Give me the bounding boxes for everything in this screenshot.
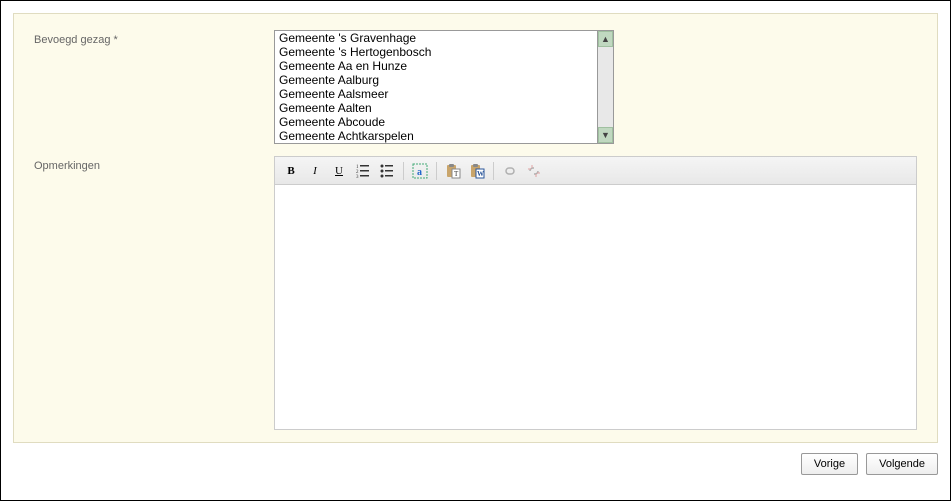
- button-row: Vorige Volgende: [13, 453, 938, 475]
- ordered-list-button[interactable]: 123: [353, 161, 373, 181]
- svg-text:3: 3: [356, 175, 359, 179]
- select-all-button[interactable]: a: [410, 161, 430, 181]
- paste-word-icon: W: [469, 163, 485, 179]
- list-item[interactable]: Gemeente Aalsmeer: [275, 87, 597, 101]
- ordered-list-icon: 123: [355, 163, 371, 179]
- svg-text:W: W: [477, 170, 484, 178]
- underline-button[interactable]: U: [329, 161, 349, 181]
- list-item[interactable]: Gemeente Aalten: [275, 101, 597, 115]
- label-opmerkingen: Opmerkingen: [34, 156, 274, 433]
- toolbar-separator: [436, 162, 437, 180]
- toolbar-separator: [493, 162, 494, 180]
- row-bevoegd-gezag: Bevoegd gezag * Gemeente 's Gravenhage G…: [34, 30, 917, 144]
- unordered-list-icon: [379, 163, 395, 179]
- next-button[interactable]: Volgende: [866, 453, 938, 475]
- scroll-track[interactable]: [598, 47, 613, 127]
- label-bevoegd-gezag: Bevoegd gezag *: [34, 30, 274, 144]
- select-all-icon: a: [412, 163, 428, 179]
- toolbar-separator: [403, 162, 404, 180]
- editor-toolbar: B I U 123 a T W: [274, 156, 917, 184]
- bold-button[interactable]: B: [281, 161, 301, 181]
- list-item[interactable]: Gemeente Aa en Hunze: [275, 59, 597, 73]
- list-item[interactable]: Gemeente Achtkarspelen: [275, 129, 597, 143]
- listbox-scrollbar[interactable]: ▲ ▼: [598, 30, 614, 144]
- list-item[interactable]: Gemeente Abcoude: [275, 115, 597, 129]
- unlink-button[interactable]: [524, 161, 544, 181]
- row-opmerkingen: Opmerkingen B I U 123 a T: [34, 156, 917, 433]
- svg-text:T: T: [454, 170, 459, 178]
- form-panel: Bevoegd gezag * Gemeente 's Gravenhage G…: [13, 13, 938, 443]
- list-item[interactable]: Gemeente Aalburg: [275, 73, 597, 87]
- link-button[interactable]: [500, 161, 520, 181]
- input-col-opmerkingen: B I U 123 a T W: [274, 156, 917, 433]
- svg-text:a: a: [417, 167, 422, 178]
- scroll-up-icon[interactable]: ▲: [598, 31, 613, 47]
- bevoegd-gezag-listbox[interactable]: Gemeente 's Gravenhage Gemeente 's Herto…: [274, 30, 598, 144]
- unordered-list-button[interactable]: [377, 161, 397, 181]
- scroll-down-icon[interactable]: ▼: [598, 127, 613, 143]
- prev-button[interactable]: Vorige: [801, 453, 858, 475]
- input-col-bevoegd-gezag: Gemeente 's Gravenhage Gemeente 's Herto…: [274, 30, 917, 144]
- italic-button[interactable]: I: [305, 161, 325, 181]
- paste-text-icon: T: [445, 163, 461, 179]
- paste-word-button[interactable]: W: [467, 161, 487, 181]
- link-icon: [502, 163, 518, 179]
- unlink-icon: [526, 163, 542, 179]
- paste-text-button[interactable]: T: [443, 161, 463, 181]
- list-item[interactable]: Gemeente 's Gravenhage: [275, 31, 597, 45]
- opmerkingen-editor[interactable]: [274, 184, 917, 430]
- listbox-wrap: Gemeente 's Gravenhage Gemeente 's Herto…: [274, 30, 614, 144]
- list-item[interactable]: Gemeente 's Hertogenbosch: [275, 45, 597, 59]
